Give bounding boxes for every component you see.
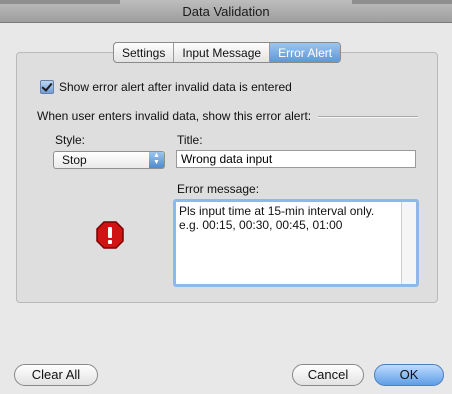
select-arrows-icon: ▲ ▼ (149, 152, 164, 168)
error-message-textarea[interactable]: Pls input time at 15-min interval only. … (173, 199, 419, 287)
ok-button[interactable]: OK (374, 364, 444, 386)
tab-settings[interactable]: Settings (114, 43, 175, 62)
style-select[interactable]: Stop ▲ ▼ (53, 151, 165, 169)
stop-icon (96, 221, 124, 249)
error-message-text: Pls input time at 15-min interval only. … (179, 204, 375, 232)
error-message-label: Error message: (177, 182, 260, 196)
window-title: Data Validation (182, 4, 270, 19)
tab-error-alert[interactable]: Error Alert (270, 43, 341, 62)
show-error-alert-label: Show error alert after invalid data is e… (59, 80, 292, 94)
section-divider (318, 116, 418, 118)
section-label: When user enters invalid data, show this… (37, 109, 312, 123)
title-bar[interactable]: Data Validation (0, 0, 452, 23)
title-label: Title: (177, 133, 203, 147)
style-select-value: Stop (62, 153, 87, 167)
clear-all-button[interactable]: Clear All (14, 364, 98, 386)
error-message-scrollbar[interactable] (401, 202, 416, 284)
cancel-button[interactable]: Cancel (292, 364, 364, 386)
tab-bar: Settings Input Message Error Alert (113, 42, 342, 63)
style-label: Style: (55, 133, 86, 147)
show-error-alert-checkbox[interactable] (40, 80, 54, 94)
title-input[interactable] (176, 150, 416, 168)
tab-input-message[interactable]: Input Message (174, 43, 271, 62)
show-error-alert-row[interactable]: Show error alert after invalid data is e… (40, 80, 292, 94)
